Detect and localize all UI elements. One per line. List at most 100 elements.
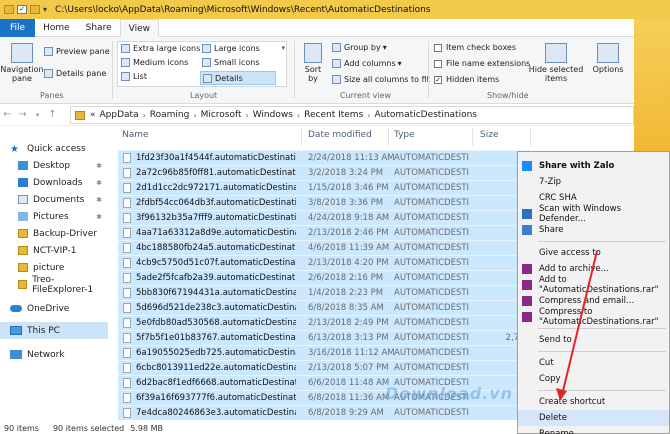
menu-item-label: Delete	[539, 413, 567, 423]
table-row[interactable]: 2fdbf54cc064db3f.automaticDestinations- 3…	[118, 195, 530, 210]
table-row[interactable]: 4cb9c5750d51c07f.automaticDestination...…	[118, 255, 530, 270]
menu-item-scan-with-windows-defender[interactable]: Scan with Windows Defender...	[518, 204, 669, 224]
column-header-date[interactable]: Date modified	[308, 130, 372, 140]
new-folder-icon[interactable]	[30, 5, 40, 14]
menu-item-cut[interactable]: Cut	[518, 355, 669, 371]
address-path[interactable]: « AppData › Roaming › Microsoft › Windows › …	[70, 106, 634, 124]
add-columns-button[interactable]: Add columns ▾	[332, 59, 402, 68]
table-row[interactable]: 5f7b5f1e01b83767.automaticDestinations 6/…	[118, 330, 530, 345]
layout-medium-icons[interactable]: Medium icons	[121, 58, 188, 67]
nav-item-documents[interactable]: Documents ✱	[0, 191, 108, 208]
nav-item-downloads[interactable]: Downloads ✱	[0, 174, 108, 191]
up-arrow-icon[interactable]: ↑	[45, 109, 60, 120]
table-row[interactable]: 1fd23f30a1f4544f.automaticDestinations- 2…	[118, 150, 530, 165]
size-all-columns-button[interactable]: Size all columns to fit	[332, 75, 430, 84]
table-row[interactable]: 4aa71a63312a8d9e.automaticDestination...…	[118, 225, 530, 240]
sort-by-button[interactable]: Sort by	[300, 43, 326, 83]
checkbox-checked[interactable]: ✓	[434, 75, 442, 84]
folder-icon	[75, 110, 85, 120]
table-row[interactable]: 2d1d1cc2dc972171.automaticDestination...…	[118, 180, 530, 195]
tab-view[interactable]: View	[119, 19, 159, 37]
menu-item-share[interactable]: Share	[518, 222, 669, 238]
nav-item-picture[interactable]: picture	[0, 259, 108, 276]
nav-item-nct-vip-1[interactable]: NCT-VIP-1	[0, 242, 108, 259]
group-by-button[interactable]: Group by ▾	[332, 43, 387, 52]
menu-item-copy[interactable]: Copy	[518, 371, 669, 387]
nav-item-pictures[interactable]: Pictures ✱	[0, 208, 108, 225]
pin-icon[interactable]: ✱	[96, 162, 102, 170]
breadcrumb-appdata[interactable]: AppData	[100, 110, 139, 120]
details-pane-button[interactable]: Details pane	[44, 69, 106, 78]
table-row[interactable]: 7e4dca80246863e3.automaticDestination...…	[118, 405, 530, 420]
pin-icon[interactable]: ✱	[96, 213, 102, 221]
nav-item-this-pc[interactable]: This PC	[0, 322, 108, 339]
table-row[interactable]: 5ade2f5fcafb2a39.automaticDestinations 2/…	[118, 270, 530, 285]
hidden-items-toggle[interactable]: ✓ Hidden items	[434, 75, 499, 84]
breadcrumb-recent-items[interactable]: Recent Items	[304, 110, 363, 120]
folder-icon	[18, 263, 28, 272]
table-row[interactable]: 5bb830f67194431a.automaticDestination...…	[118, 285, 530, 300]
nav-item-onedrive[interactable]: OneDrive	[0, 300, 108, 317]
table-row[interactable]: 4bc188580fb24a5.automaticDestination... 4…	[118, 240, 530, 255]
table-row[interactable]: 5e0fdb80ad530568.automaticDestination...…	[118, 315, 530, 330]
forward-arrow-icon[interactable]: →	[15, 109, 30, 120]
table-row[interactable]: 6cbc8013911ed22e.automaticDestination...…	[118, 360, 530, 375]
options-button[interactable]: Options	[590, 43, 626, 74]
nav-item-network[interactable]: Network	[0, 346, 108, 363]
table-row[interactable]: 5d696d521de238c3.automaticDestination...…	[118, 300, 530, 315]
layout-extra-large-icons[interactable]: Extra large icons	[121, 44, 200, 53]
checkbox-unchecked[interactable]	[434, 59, 442, 68]
tab-share[interactable]: Share	[78, 19, 120, 37]
menu-item-7-zip[interactable]: 7-Zip	[518, 174, 669, 190]
layout-expand-icon[interactable]: ▾	[281, 44, 285, 52]
sort-icon	[304, 43, 322, 63]
list-icon	[121, 72, 130, 81]
tab-home[interactable]: Home	[35, 19, 78, 37]
nav-item-desktop[interactable]: Desktop ✱	[0, 157, 108, 174]
layout-details[interactable]: Details	[200, 71, 276, 85]
breadcrumb-automaticdestinations[interactable]: AutomaticDestinations	[374, 110, 477, 120]
back-arrow-icon[interactable]: ←	[0, 109, 15, 120]
layout-large-icons[interactable]: Large icons	[202, 44, 260, 53]
nav-item-treo-fileexplorer-1[interactable]: Treo-FileExplorer-1	[0, 275, 108, 295]
menu-item-delete[interactable]: Delete	[518, 410, 669, 426]
pin-icon[interactable]: ✱	[96, 196, 102, 204]
menu-item-share-with-zalo[interactable]: Share with Zalo	[518, 158, 669, 174]
breadcrumb-microsoft[interactable]: Microsoft	[201, 110, 242, 120]
quick-access-toolbar-dropdown-icon[interactable]: ▾	[43, 5, 47, 14]
menu-item-add-to-automaticdestinations-rar[interactable]: Add to "AutomaticDestinations.rar"	[518, 275, 669, 295]
breadcrumb-roaming[interactable]: Roaming	[150, 110, 190, 120]
preview-pane-button[interactable]: Preview pane	[44, 47, 110, 56]
file-date: 1/15/2018 3:46 PM	[308, 183, 389, 193]
layout-list[interactable]: List	[121, 72, 147, 81]
table-row[interactable]: 3f96132b35a7fff9.automaticDestinations- 4…	[118, 210, 530, 225]
column-header-size[interactable]: Size	[480, 130, 498, 140]
navigation-pane-button[interactable]: Navigation pane	[0, 43, 44, 83]
column-header-type[interactable]: Type	[394, 130, 415, 140]
divider	[388, 128, 389, 146]
divider	[294, 41, 295, 99]
menu-item-rename[interactable]: Rename	[518, 426, 669, 434]
pin-icon[interactable]: ✱	[96, 179, 102, 187]
menu-item-send-to[interactable]: Send to	[518, 332, 669, 348]
folder-icon	[18, 246, 28, 255]
menu-item-create-shortcut[interactable]: Create shortcut	[518, 394, 669, 410]
table-row[interactable]: 6a19055025edb725.automaticDestination...…	[118, 345, 530, 360]
properties-icon[interactable]: ✓	[17, 5, 27, 14]
hide-selected-items-button[interactable]: Hide selected items	[528, 43, 584, 83]
checkbox-unchecked[interactable]	[434, 43, 442, 52]
nav-item-quick-access[interactable]: ★ Quick access	[0, 140, 108, 157]
menu-item-compress-to-automaticdestinations-rar[interactable]: Compress to "AutomaticDestinations.rar"	[518, 307, 669, 327]
column-header-name[interactable]: Name	[122, 130, 149, 140]
file-icon	[123, 348, 131, 358]
breadcrumb-overflow[interactable]: «	[90, 110, 96, 120]
table-row[interactable]: 2a72c96b85f0ff81.automaticDestinations- 3…	[118, 165, 530, 180]
nav-item-backup-driver[interactable]: Backup-Driver	[0, 225, 108, 242]
menu-item-give-access-to[interactable]: Give access to	[518, 245, 669, 261]
tab-file[interactable]: File	[0, 19, 36, 37]
breadcrumb-windows[interactable]: Windows	[253, 110, 293, 120]
item-check-boxes-toggle[interactable]: Item check boxes	[434, 43, 516, 52]
recent-locations-icon[interactable]: ▾	[30, 111, 45, 119]
layout-small-icons[interactable]: Small icons	[202, 58, 260, 67]
file-name-extensions-toggle[interactable]: File name extensions	[434, 59, 530, 68]
